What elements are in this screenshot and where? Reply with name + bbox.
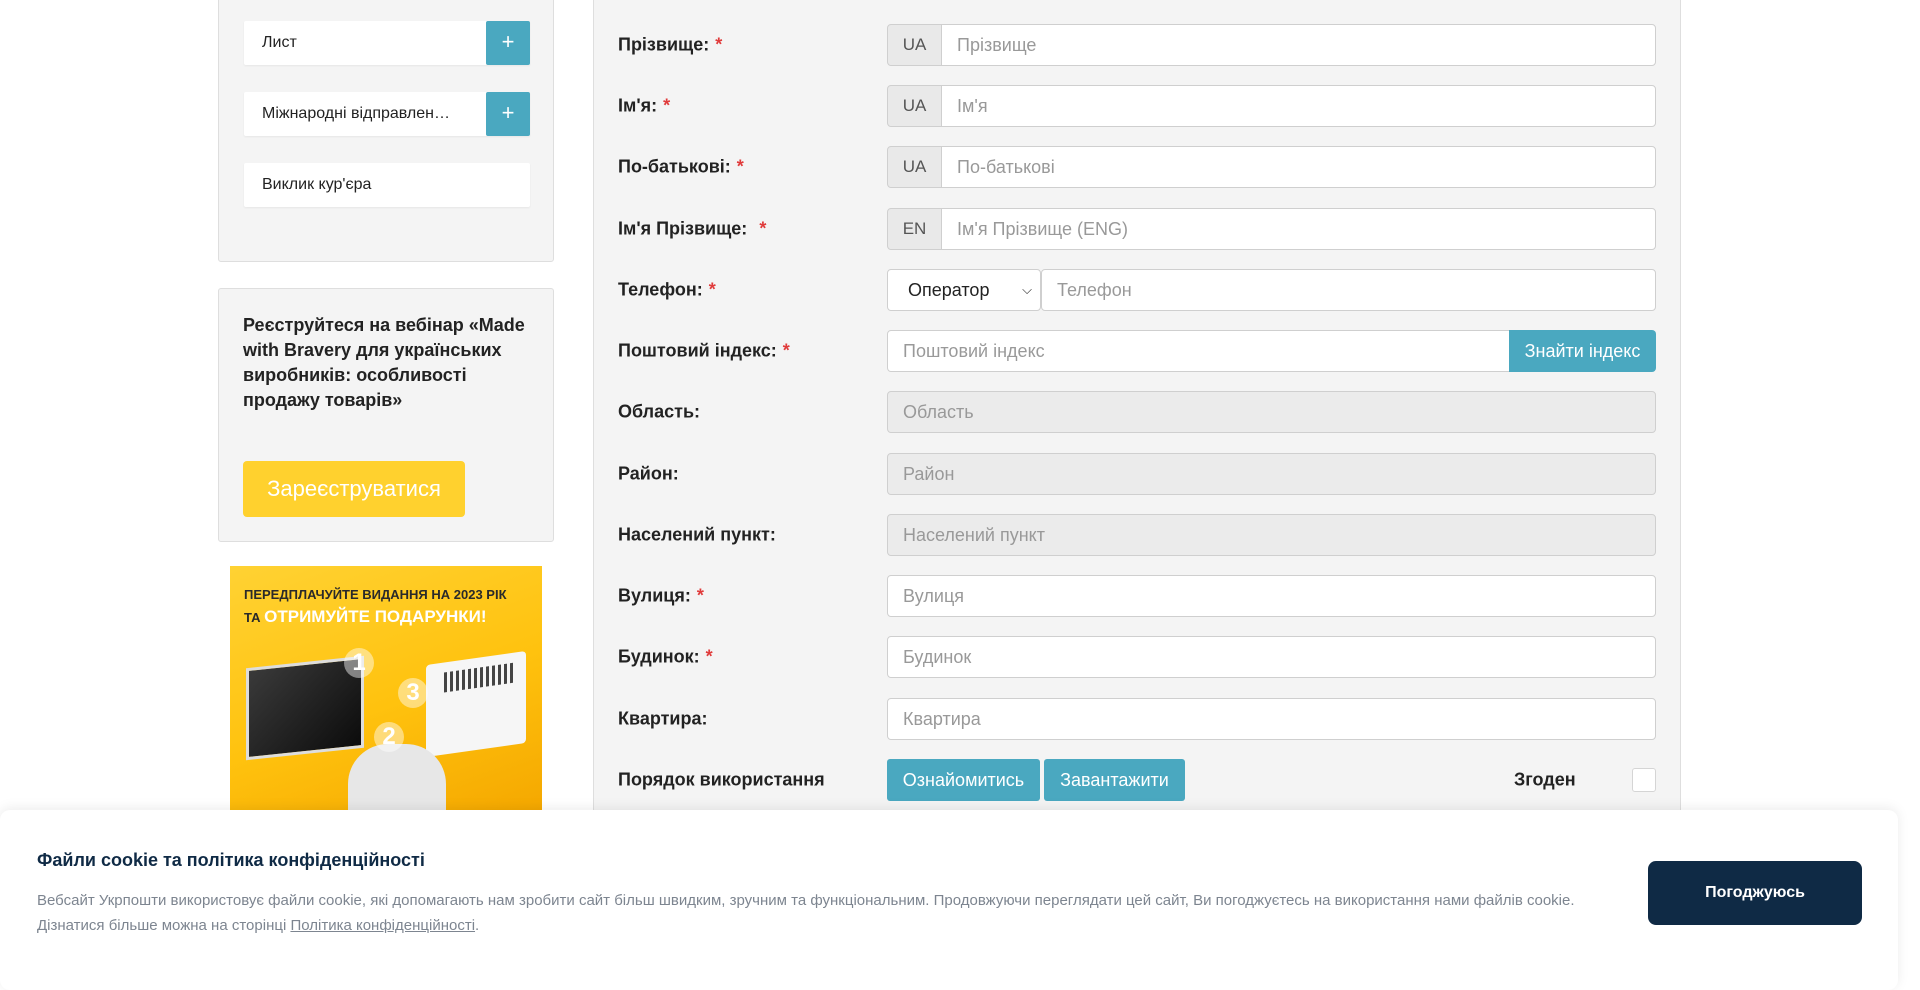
required-mark: * xyxy=(663,95,671,116)
postal-code-label: Поштовий індекс: * xyxy=(618,340,790,361)
operator-select-value: Оператор xyxy=(908,280,990,300)
full-name-lang-addon: EN xyxy=(887,208,942,250)
chevron-down-icon: ⌵ xyxy=(1022,282,1032,297)
privacy-policy-link[interactable]: Політика конфіденційності xyxy=(290,917,475,934)
surname-label: Прізвище: * xyxy=(618,34,723,55)
agree-checkbox[interactable] xyxy=(1632,768,1656,792)
sidebar-item-letter[interactable]: Лист + xyxy=(244,21,530,65)
required-mark: * xyxy=(736,156,744,177)
cookie-text: Вебсайт Укрпошти використовує файли cook… xyxy=(37,892,1575,934)
register-button[interactable]: Зареєструватися xyxy=(243,461,465,517)
phone-label: Телефон: * xyxy=(618,279,716,300)
full-name-eng-label: Ім'я Прізвище: * xyxy=(618,218,767,239)
promo-line2-prefix: ТА xyxy=(244,610,261,625)
view-terms-button[interactable]: Ознайомитись xyxy=(887,759,1040,801)
first-name-lang-addon: UA xyxy=(887,85,942,127)
promo-number-2: 2 xyxy=(374,722,404,752)
full-name-eng-input[interactable]: Ім'я Прізвище (ENG) xyxy=(941,208,1656,250)
plus-icon[interactable]: + xyxy=(486,21,530,65)
street-input[interactable]: Вулиця xyxy=(887,575,1656,617)
operator-select[interactable]: Оператор ⌵ xyxy=(887,269,1041,311)
multicooker-image xyxy=(348,744,446,810)
required-mark: * xyxy=(696,585,704,606)
phone-input[interactable]: Телефон xyxy=(1041,269,1656,311)
settlement-input: Населений пункт xyxy=(887,514,1656,556)
sidebar-item-courier[interactable]: Виклик кур'єра xyxy=(244,163,530,207)
district-label: Район: xyxy=(618,463,679,484)
sidebar-item-label: Міжнародні відправлен… xyxy=(262,105,450,122)
apartment-label: Квартира: xyxy=(618,708,708,729)
region-input: Область xyxy=(887,391,1656,433)
promo-banner[interactable]: ПЕРЕДПЛАЧУЙТЕ ВИДАННЯ НА 2023 РІК ТА ОТР… xyxy=(230,566,542,810)
required-mark: * xyxy=(705,646,713,667)
surname-input[interactable]: Прізвище xyxy=(941,24,1656,66)
heater-image xyxy=(426,650,526,758)
promo-number-3: 3 xyxy=(398,678,428,708)
settlement-label: Населений пункт: xyxy=(618,524,776,545)
street-label: Вулиця: * xyxy=(618,585,704,606)
sidebar-item-international[interactable]: Міжнародні відправлен… + xyxy=(244,92,530,136)
promo-headline: ПЕРЕДПЛАЧУЙТЕ ВИДАННЯ НА 2023 РІК ТА ОТР… xyxy=(244,584,534,629)
house-label: Будинок: * xyxy=(618,646,713,667)
sidebar-menu: Лист + Міжнародні відправлен… + Виклик к… xyxy=(218,0,554,262)
patronymic-lang-addon: UA xyxy=(887,146,942,188)
webinar-text: Реєструйтеся на вебінар «Made with Brave… xyxy=(243,315,525,410)
required-mark: * xyxy=(759,218,767,239)
patronymic-input[interactable]: По-батькові xyxy=(941,146,1656,188)
cookie-banner: Файли cookie та політика конфіденційност… xyxy=(0,810,1898,990)
promo-line1: ПЕРЕДПЛАЧУЙТЕ ВИДАННЯ НА 2023 РІК xyxy=(244,587,507,602)
postal-code-input[interactable]: Поштовий індекс xyxy=(887,330,1510,372)
webinar-card: Реєструйтеся на вебінар «Made with Brave… xyxy=(218,288,554,542)
house-input[interactable]: Будинок xyxy=(887,636,1656,678)
find-postal-code-button[interactable]: Знайти індекс xyxy=(1509,330,1656,372)
cookie-agree-button[interactable]: Погоджуюсь xyxy=(1648,861,1862,925)
first-name-label: Ім'я: * xyxy=(618,95,671,116)
sidebar-item-label: Лист xyxy=(262,34,297,51)
required-mark: * xyxy=(782,340,790,361)
required-mark: * xyxy=(715,34,723,55)
promo-number-1: 1 xyxy=(344,648,374,678)
agree-label: Згоден xyxy=(1514,769,1576,790)
first-name-input[interactable]: Ім'я xyxy=(941,85,1656,127)
terms-label: Порядок використання xyxy=(618,769,825,790)
region-label: Область: xyxy=(618,401,701,422)
promo-line2-highlight: ОТРИМУЙТЕ ПОДАРУНКИ! xyxy=(264,607,487,626)
cookie-title: Файли cookie та політика конфіденційност… xyxy=(37,850,425,870)
patronymic-label: По-батькові: * xyxy=(618,156,744,177)
plus-icon[interactable]: + xyxy=(486,92,530,136)
download-terms-button[interactable]: Завантажити xyxy=(1044,759,1185,801)
district-input: Район xyxy=(887,453,1656,495)
sidebar-item-label: Виклик кур'єра xyxy=(262,176,372,193)
required-mark: * xyxy=(708,279,716,300)
apartment-input[interactable]: Квартира xyxy=(887,698,1656,740)
surname-lang-addon: UA xyxy=(887,24,942,66)
